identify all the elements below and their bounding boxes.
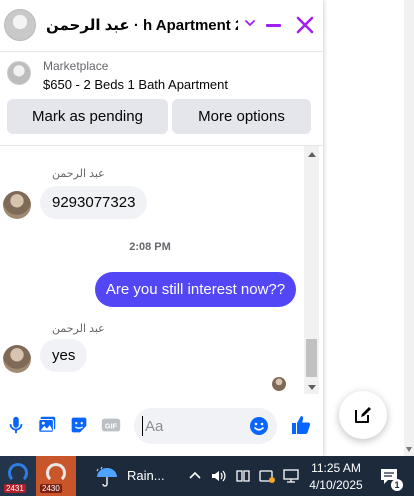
more-options-button[interactable]: More options: [172, 99, 311, 134]
chat-header: عبد الرحمن · h Apartment 2…: [0, 0, 323, 52]
close-icon[interactable]: [293, 13, 317, 37]
message-sender-name: عبد الرحمن: [52, 168, 105, 180]
listing-thumbnail[interactable]: [7, 61, 31, 85]
system-monitor-icon[interactable]: [258, 467, 276, 485]
sticker-icon[interactable]: [68, 414, 90, 436]
volume-icon[interactable]: [210, 467, 228, 485]
page-scrollbar[interactable]: [404, 0, 414, 456]
listing-banner: Marketplace $650 - 2 Beds 1 Bath Apartme…: [0, 52, 323, 146]
message-list: عبد الرحمن 9293077323 2:08 PM Are you st…: [0, 146, 323, 394]
message-scrollbar[interactable]: [304, 146, 319, 394]
rain-umbrella-icon[interactable]: [94, 465, 120, 489]
mark-as-pending-button[interactable]: Mark as pending: [7, 99, 168, 134]
emoji-icon[interactable]: [249, 416, 269, 436]
message-input[interactable]: [142, 416, 242, 436]
incoming-message[interactable]: yes: [40, 339, 88, 372]
message-sender-name: عبد الرحمن: [52, 323, 105, 335]
seen-receipt-avatar: [272, 377, 286, 391]
sender-avatar[interactable]: [3, 191, 31, 219]
message-timestamp: 2:08 PM: [129, 241, 171, 253]
background-panel: [323, 0, 414, 456]
chevron-down-icon[interactable]: [244, 17, 256, 29]
scroll-down-icon[interactable]: [308, 385, 316, 390]
scroll-down-icon[interactable]: [406, 447, 412, 452]
compose-icon: [355, 407, 371, 423]
app-icon: [8, 463, 28, 483]
listing-source: Marketplace: [43, 59, 109, 73]
chat-title[interactable]: عبد الرحمن · h Apartment 2…: [46, 16, 238, 34]
thumbs-up-icon[interactable]: [289, 413, 313, 437]
ime-icon[interactable]: [234, 467, 252, 485]
microphone-icon[interactable]: [5, 414, 27, 436]
clock-time[interactable]: 11:25 AM: [308, 461, 364, 475]
scroll-up-icon[interactable]: [308, 152, 316, 157]
taskbar-app-2[interactable]: 2430: [36, 456, 76, 496]
clock-date[interactable]: 4/10/2025: [306, 478, 366, 492]
listing-title[interactable]: $650 - 2 Beds 1 Bath Apartment: [43, 77, 228, 92]
message-composer: GIF: [0, 404, 323, 448]
photo-icon[interactable]: [36, 414, 58, 436]
incoming-message[interactable]: 9293077323: [40, 186, 148, 219]
contact-avatar[interactable]: [4, 9, 36, 41]
chevron-up-icon[interactable]: [186, 467, 204, 485]
minimize-button[interactable]: [262, 14, 286, 38]
weather-label[interactable]: Rain...: [127, 468, 165, 483]
app-badge: 2431: [4, 484, 26, 493]
chat-window: عبد الرحمن · h Apartment 2… Marketplace …: [0, 0, 323, 456]
sender-avatar[interactable]: [3, 345, 31, 373]
taskbar-app-1[interactable]: 2431: [0, 456, 36, 496]
notification-count-badge: 1: [391, 479, 403, 491]
scrollbar-thumb[interactable]: [306, 339, 317, 377]
app-icon: [46, 463, 66, 483]
svg-text:GIF: GIF: [105, 422, 118, 431]
message-input-container[interactable]: [134, 408, 277, 444]
gif-icon[interactable]: GIF: [100, 414, 122, 436]
outgoing-message[interactable]: Are you still interest now??: [95, 272, 296, 307]
new-message-button[interactable]: [339, 391, 387, 439]
taskbar: 2431 2430 Rain... 11:25 AM 4/10/2025 1: [0, 456, 414, 496]
app-badge: 2430: [40, 484, 62, 493]
network-icon[interactable]: [282, 467, 300, 485]
